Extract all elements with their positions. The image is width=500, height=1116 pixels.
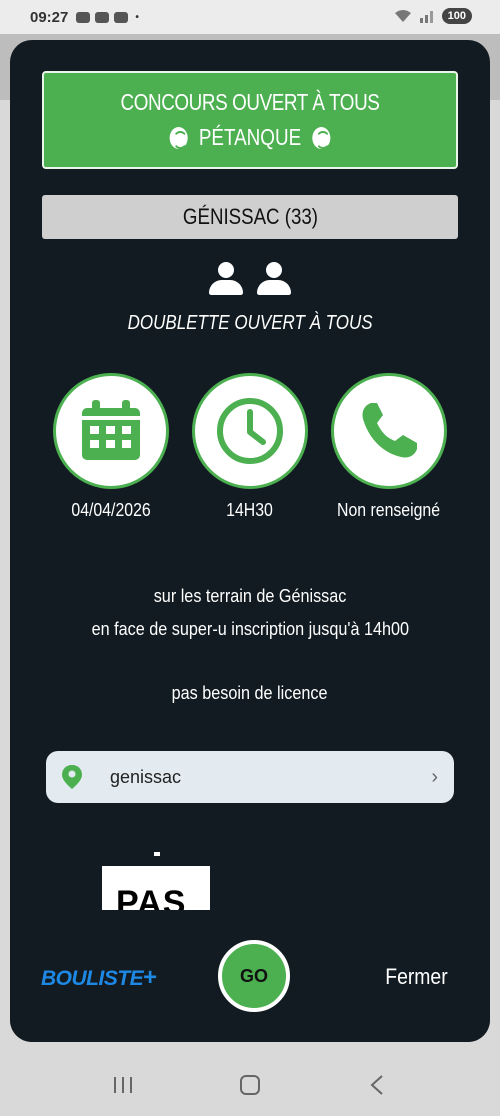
- close-button[interactable]: Fermer: [381, 964, 452, 990]
- home-icon: [239, 1075, 260, 1095]
- banner-subtitle-row: PÉTANQUE: [81, 124, 419, 151]
- home-button[interactable]: [230, 1065, 270, 1105]
- battery-indicator: 100: [441, 8, 472, 24]
- notification-dot-icon: •: [135, 11, 139, 23]
- petanque-ball-icon: [312, 126, 331, 149]
- bouliste-logo: BOULISTE+: [41, 964, 157, 991]
- event-details-modal: CONCOURS OUVERT À TOUS PÉTANQUE GÉNISSAC…: [10, 40, 490, 1042]
- phone-circle[interactable]: [331, 373, 447, 489]
- event-banner: CONCOURS OUVERT À TOUS PÉTANQUE: [42, 71, 458, 169]
- event-format: DOUBLETTE OUVERT À TOUS: [10, 312, 490, 335]
- signal-icon: [419, 11, 433, 23]
- recent-apps-icon: [114, 1077, 133, 1093]
- banner-subtitle: PÉTANQUE: [198, 124, 302, 150]
- status-bar: 09:27 • 100: [0, 0, 500, 34]
- calendar-icon: [82, 400, 140, 460]
- instagram-icon: [76, 11, 91, 23]
- phone-icon: [362, 403, 417, 458]
- location-bar: GÉNISSAC (33): [42, 195, 458, 239]
- system-navigation-bar: [0, 1054, 500, 1116]
- map-location-label: genissac: [110, 766, 182, 787]
- petanque-ball-icon: [169, 126, 188, 149]
- map-pin-icon: [62, 765, 82, 789]
- status-time: 09:27: [30, 8, 69, 26]
- event-date: 04/04/2026: [71, 500, 151, 520]
- event-time: 14H30: [226, 500, 274, 520]
- format-label: DOUBLETTE OUVERT À TOUS: [127, 312, 373, 334]
- go-button[interactable]: GO: [218, 940, 290, 1012]
- date-circle: [53, 373, 169, 489]
- description-line: sur les terrain de Génissac: [153, 586, 347, 606]
- wifi-icon: [394, 10, 411, 22]
- back-button[interactable]: [357, 1065, 397, 1105]
- recent-apps-button[interactable]: [103, 1065, 143, 1105]
- clock-icon: [217, 398, 283, 464]
- description-line: en face de super-u inscription jusqu'à 1…: [91, 619, 409, 639]
- event-poster-image[interactable]: PAS: [102, 866, 210, 910]
- chevron-right-icon: ›: [431, 765, 438, 788]
- event-phone: Non renseigné: [337, 500, 441, 520]
- time-circle: [192, 373, 308, 489]
- youtube-icon: [95, 11, 110, 23]
- description-line: pas besoin de licence: [172, 683, 328, 703]
- location-label: GÉNISSAC (33): [182, 204, 318, 229]
- person-icon: [209, 262, 243, 296]
- poster-text: PAS: [116, 884, 187, 910]
- map-location-button[interactable]: genissac ›: [46, 751, 454, 803]
- back-icon: [370, 1075, 383, 1095]
- banner-title: CONCOURS OUVERT À TOUS: [120, 89, 380, 115]
- youtube-icon: [114, 11, 129, 23]
- players-icons: [10, 262, 490, 296]
- person-icon: [257, 262, 291, 296]
- poster-fragment: [154, 852, 160, 856]
